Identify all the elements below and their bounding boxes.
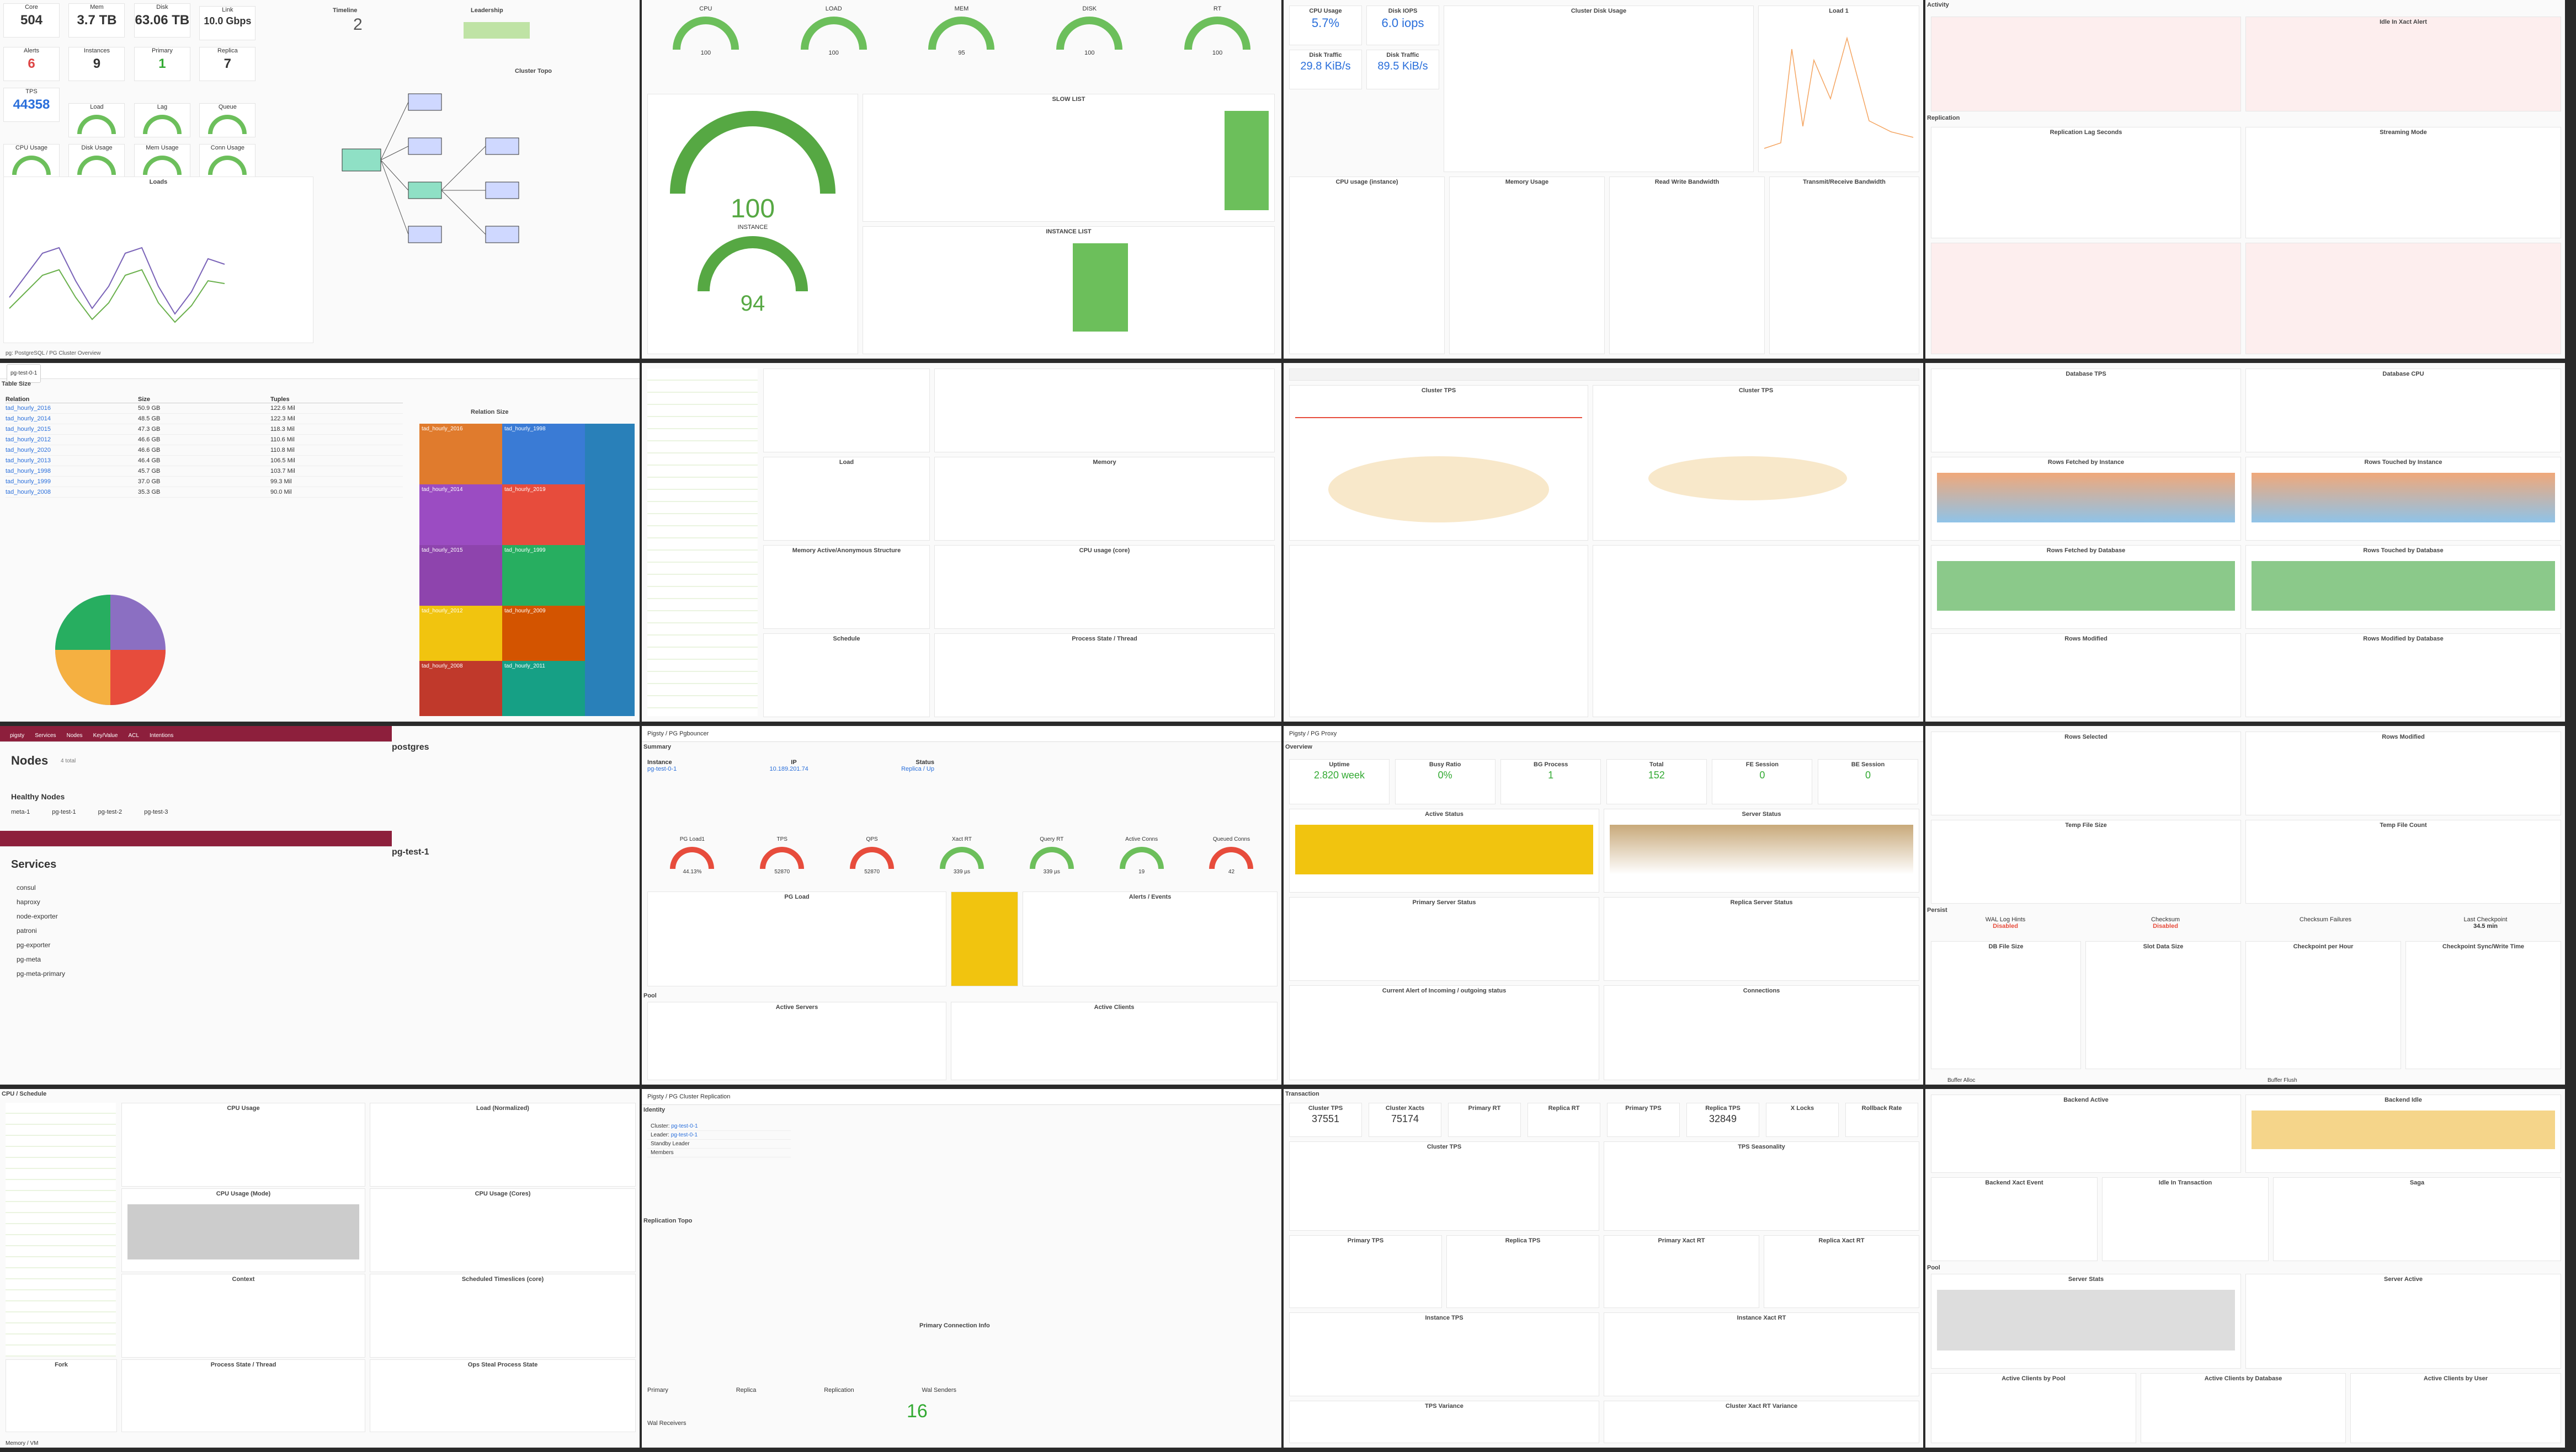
table-cell: 46.6 GB [138,436,161,443]
table-cell: 46.4 GB [138,457,161,464]
table-cell: tad_hourly_2014 [6,415,51,422]
consul-navbar: pigsty Services Nodes Key/Value ACL Inte… [0,726,392,742]
table-size-pie [55,595,166,705]
big-gauge-panel: 100 INSTANCE 94 [647,94,858,354]
node-load-tile: Load Memory Memory Active/Anonymous Stru… [642,363,1281,722]
loads-chart [9,247,225,323]
table-cell: tad_hourly_2013 [6,457,51,464]
dashboard-collage: Core 504 Mem 3.7 TB Disk 63.06 TB Link 10.0 … [0,0,2576,1452]
table-cell: 122.3 Mil [270,415,295,422]
table-row[interactable]: tad_hourly_2014 48.5 GB 122.3 Mil [6,414,403,424]
table-cell: 45.7 GB [138,468,161,474]
backend-pool-tile: Backend Active Backend Idle Backend Xact… [1925,1089,2565,1448]
stat-load: Load [68,103,125,137]
stat-replica: Replica 7 [199,47,256,81]
table-cell: tad_hourly_2020 [6,447,51,453]
gauge-load: LOAD 100 [800,6,867,56]
table-cell: tad_hourly_2012 [6,436,51,443]
table-cell: tad_hourly_1998 [6,468,51,474]
table-cell: 47.3 GB [138,426,161,433]
instance-select[interactable]: pg-test-0-1 [7,364,41,383]
instance-gauges-tile: CPU 100 LOAD 100 MEM 95 DISK 100 RT 100 100 I… [642,0,1281,359]
table-cell: 35.3 GB [138,489,161,495]
table-cell: 99.3 Mil [270,478,292,485]
pg-proxy-tile: Pigsty / PG Proxy Overview Uptime 2.820 w… [1284,726,1923,1085]
instance-list-panel: INSTANCE LIST [863,226,1275,354]
table-cell: 103.7 Mil [270,468,295,474]
table-cell: tad_hourly_1999 [6,478,51,485]
table-size-tile: pg-test-0-1 Table Size Relation Size Tuple… [0,363,640,722]
table-cell: 46.6 GB [138,447,161,453]
table-cell: tad_hourly_2016 [6,405,51,412]
cpu-schedule-tile: CPU / Schedule CPU Usage Load (Normalize… [0,1089,640,1448]
stat-link: Link 10.0 Gbps [199,6,256,40]
table-row[interactable]: tad_hourly_1999 37.0 GB 99.3 Mil [6,477,403,487]
stat-disk: Disk 63.06 TB [134,3,190,38]
table-cell: 122.6 Mil [270,405,295,412]
pgbouncer-tile: Pigsty / PG Pgbouncer Summary Instance IP… [642,726,1281,1085]
node-metrics-tile: CPU Usage 5.7% Disk IOPS 6.0 iops Disk Tra… [1284,0,1923,359]
transaction-tile: Transaction Cluster TPS 37551 Cluster Xac… [1284,1089,1923,1448]
stat-disk-usage: Disk Usage [68,144,125,178]
table-cell: tad_hourly_2015 [6,426,51,433]
database-tps-tile: Database TPS Database CPU Rows Fetched b… [1925,363,2565,722]
table-cell: 118.3 Mil [270,426,295,433]
stat-cpu-usage: CPU Usage [3,144,60,178]
table-row[interactable]: tad_hourly_2013 46.4 GB 106.5 Mil [6,456,403,466]
table-cell: 50.9 GB [138,405,161,412]
checkpoint-tile: Rows Selected Rows Modified Temp File Si… [1925,726,2565,1085]
service-item[interactable]: node-exporter [11,909,370,923]
service-item[interactable]: consul [11,880,370,895]
cluster-topology [342,93,519,243]
table-cell: 37.0 GB [138,478,161,485]
stat-alerts[interactable]: Alerts 6 [3,47,60,81]
relation-treemap: tad_hourly_2016 tad_hourly_1998 tad_hour… [419,424,635,716]
table-row[interactable]: tad_hourly_2020 46.6 GB 110.8 Mil [6,445,403,456]
service-item[interactable]: patroni [11,923,370,938]
loads-panel: Loads [3,177,313,343]
table-cell: 110.8 Mil [270,447,295,453]
table-row[interactable]: tad_hourly_2015 47.3 GB 118.3 Mil [6,424,403,435]
stat-instances: Instances 9 [68,47,125,81]
table-row[interactable]: tad_hourly_1998 45.7 GB 103.7 Mil [6,466,403,477]
cluster-replication-tile: Pigsty / PG Cluster Replication Identity… [642,1089,1281,1448]
service-item[interactable]: pg-meta [11,952,370,967]
table-row[interactable]: tad_hourly_2012 46.6 GB 110.6 Mil [6,435,403,445]
service-item[interactable]: pg-exporter [11,938,370,952]
table-cell: 90.0 Mil [270,489,292,495]
gauge-cpu: CPU 100 [672,6,739,56]
stat-mem: Mem 3.7 TB [68,3,125,38]
table-cell: 110.6 Mil [270,436,295,443]
activity-replication-tile: Activity Idle In Xact Alert Replication … [1925,0,2565,359]
consul-ui-tile: pigsty Services Nodes Key/Value ACL Inte… [0,726,640,1085]
stat-tps: TPS 44358 [3,88,60,122]
table-row[interactable]: tad_hourly_2016 50.9 GB 122.6 Mil [6,403,403,414]
stat-primary: Primary 1 [134,47,190,81]
stat-mem-usage: Mem Usage [134,144,190,178]
gauge-disk: DISK 100 [1056,6,1123,56]
table-cell: 106.5 Mil [270,457,295,464]
stat-core: Core 504 [3,3,60,38]
service-item[interactable]: pg-meta-primary [11,967,370,981]
service-item[interactable]: haproxy [11,895,370,909]
stat-conn-usage: Conn Usage [199,144,256,178]
stat-lag: Lag [134,103,190,137]
table-cell: 48.5 GB [138,415,161,422]
gauge-mem: MEM 95 [928,6,995,56]
stat-queue: Queue [199,103,256,137]
cluster-tps-tile: Cluster TPS Cluster TPS [1284,363,1923,722]
gauge-rt: RT 100 [1184,6,1251,56]
slow-list-panel: SLOW LIST [863,94,1275,222]
table-row[interactable]: tad_hourly_2008 35.3 GB 90.0 Mil [6,487,403,498]
cluster-overview-tile: Core 504 Mem 3.7 TB Disk 63.06 TB Link 10.0 … [0,0,640,359]
table-cell: tad_hourly_2008 [6,489,51,495]
